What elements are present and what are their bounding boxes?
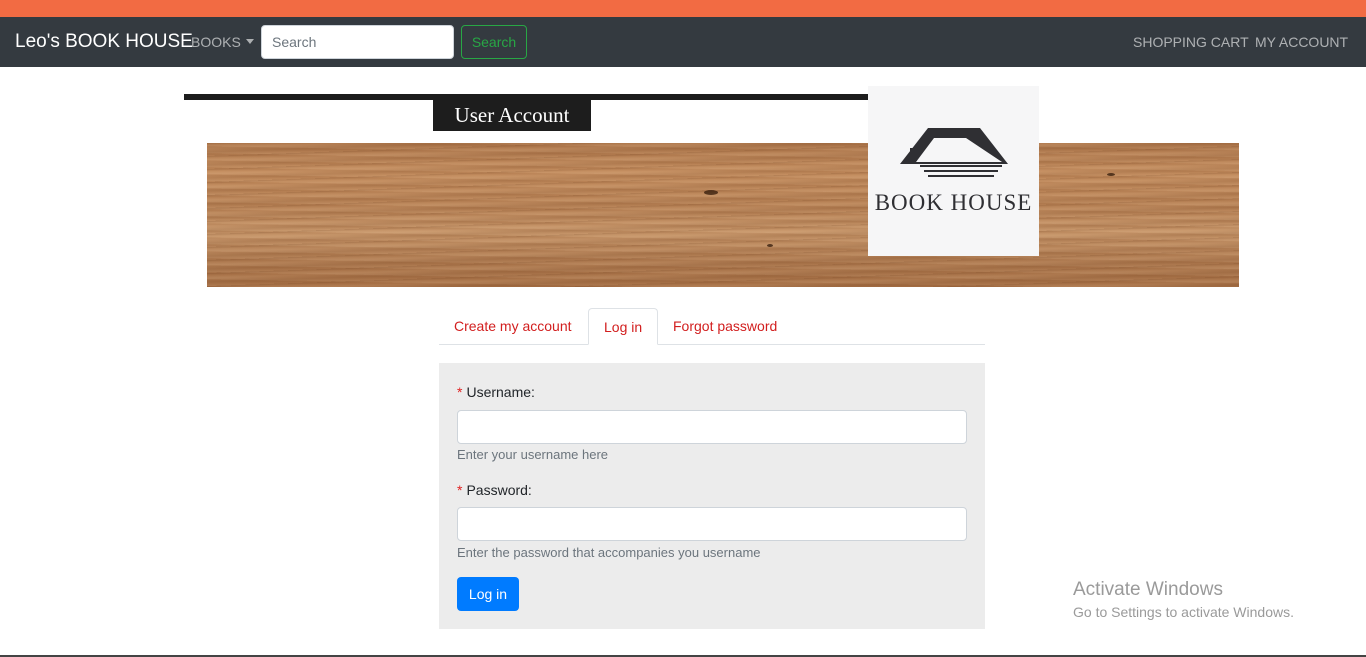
required-mark: * (457, 384, 463, 400)
login-form: * Username: Enter your username here * Pas… (439, 363, 985, 629)
books-dropdown[interactable]: BOOKS (191, 34, 254, 50)
navbar: Leo's BOOK HOUSE BOOKS Search SHOPPING C… (0, 17, 1366, 67)
password-label-text: Password: (466, 482, 532, 498)
wood-knot (767, 244, 773, 247)
password-field[interactable] (457, 507, 967, 541)
search-input[interactable] (261, 25, 454, 59)
books-dropdown-label: BOOKS (191, 34, 241, 50)
activate-windows-title: Activate Windows (1073, 579, 1223, 600)
search-button[interactable]: Search (461, 25, 527, 59)
tab-log-in[interactable]: Log in (588, 308, 659, 345)
shopping-cart-link[interactable]: SHOPPING CART (1133, 34, 1249, 50)
tab-forgot-password[interactable]: Forgot password (658, 308, 792, 345)
wood-banner (207, 143, 1239, 287)
username-label: * Username: (457, 384, 535, 400)
username-label-text: Username: (466, 384, 535, 400)
book-house-logo: BOOK HOUSE (868, 86, 1039, 256)
tab-create-account[interactable]: Create my account (439, 308, 587, 345)
username-help: Enter your username here (457, 447, 609, 462)
wood-knot (1107, 173, 1115, 176)
caret-down-icon (245, 39, 254, 44)
top-accent-strip (0, 0, 1366, 17)
page-title: User Account (433, 100, 591, 131)
username-field[interactable] (457, 410, 967, 444)
brand-link[interactable]: Leo's BOOK HOUSE (15, 31, 193, 53)
log-in-button[interactable]: Log in (457, 577, 519, 611)
required-mark: * (457, 482, 463, 498)
password-label: * Password: (457, 482, 532, 498)
account-tabs: Create my account Log in Forgot password (439, 308, 985, 345)
wood-knot (704, 190, 718, 195)
my-account-link[interactable]: MY ACCOUNT (1255, 34, 1348, 50)
password-help: Enter the password that accompanies you … (457, 545, 761, 560)
logo-text: BOOK HOUSE (874, 190, 1033, 215)
house-book-icon (900, 128, 1008, 177)
activate-windows-subtitle: Go to Settings to activate Windows. (1073, 604, 1294, 620)
